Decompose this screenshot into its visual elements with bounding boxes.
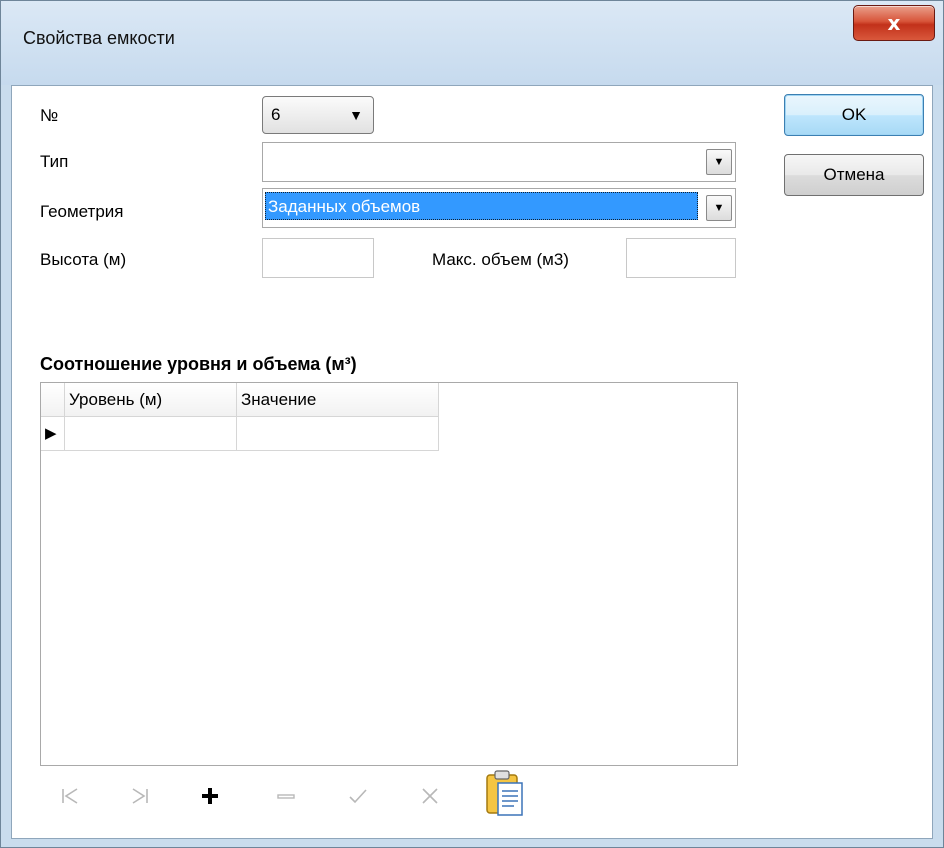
number-label: № [40,106,59,125]
close-button[interactable]: x [853,5,935,41]
first-record-icon[interactable] [50,776,90,816]
window-title: Свойства емкости [23,28,175,48]
table-title: Соотношение уровня и объема (м³) [40,354,357,374]
cancel-edit-icon[interactable] [410,776,450,816]
number-value: 6 [271,105,281,124]
post-edit-icon[interactable] [338,776,378,816]
geometry-value: Заданных объемов [265,192,698,220]
type-dropdown[interactable]: ▼ [262,142,736,182]
last-record-icon[interactable] [120,776,160,816]
max-volume-label: Макс. объем (м3) [432,250,569,269]
cell-level[interactable] [65,417,237,451]
column-header-value[interactable]: Значение [237,383,439,417]
ok-button-label: OK [841,105,867,124]
height-label: Высота (м) [40,250,127,269]
delete-record-icon[interactable] [266,776,306,816]
row-pointer-icon: ▶ [45,425,57,442]
grid-corner-cell [41,383,65,417]
volume-grid[interactable]: Уровень (м) Значение ▶ [40,382,738,766]
clipboard-paste-icon[interactable] [480,768,530,818]
type-label: Тип [40,152,69,171]
max-volume-input[interactable] [626,238,736,278]
grid-navigator [40,770,600,816]
dialog-window: Свойства емкости x № 6 ▼ Тип ▼ Геометрия… [0,0,944,848]
column-header-level[interactable]: Уровень (м) [65,383,237,417]
cancel-button-label: Отмена [823,165,885,184]
chevron-down-icon: ▼ [349,107,363,123]
height-input[interactable] [262,238,374,278]
close-icon: x [887,11,901,35]
type-dropdown-button[interactable]: ▼ [706,149,732,175]
geometry-dropdown-button[interactable]: ▼ [706,195,732,221]
number-dropdown[interactable]: 6 ▼ [262,96,374,134]
geometry-dropdown[interactable]: Заданных объемов ▼ [262,188,736,228]
chevron-down-icon: ▼ [713,156,725,168]
add-record-icon[interactable] [190,776,230,816]
ok-button[interactable]: OK [784,94,924,136]
title-bar[interactable]: Свойства емкости x [1,1,943,85]
dialog-body: № 6 ▼ Тип ▼ Геометрия Заданных объемов ▼… [11,85,933,839]
row-indicator-cell: ▶ [41,417,65,451]
geometry-label: Геометрия [40,202,124,221]
cancel-button[interactable]: Отмена [784,154,924,196]
chevron-down-icon: ▼ [713,202,725,214]
cell-value[interactable] [237,417,439,451]
